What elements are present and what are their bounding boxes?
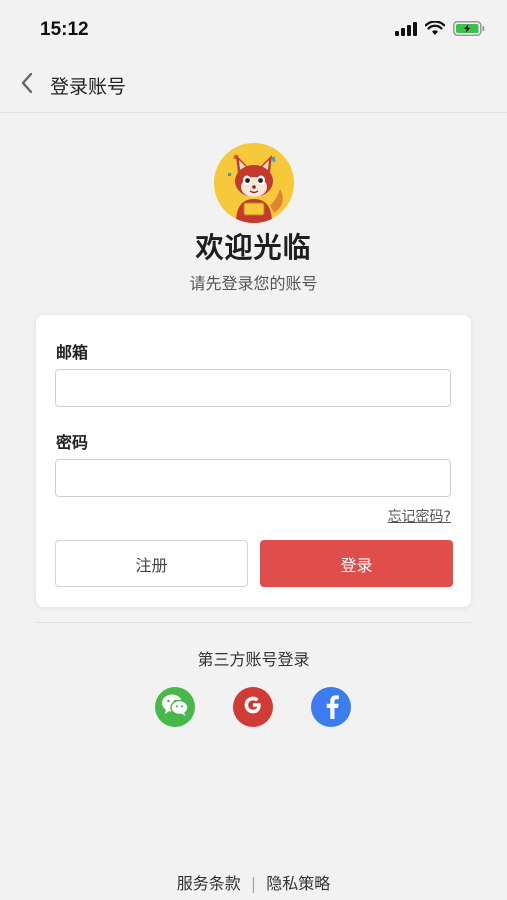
welcome-subtitle: 请先登录您的账号	[189, 274, 318, 293]
wechat-login-button[interactable]	[155, 687, 195, 727]
status-bar: 15:12	[0, 0, 507, 60]
wechat-icon	[161, 693, 189, 721]
squirrel-mascot-icon	[214, 143, 294, 223]
welcome-heading: 欢迎光临	[195, 231, 312, 264]
avatar	[214, 143, 294, 223]
google-icon	[242, 694, 264, 720]
status-time: 15:12	[40, 19, 89, 40]
signal-icon	[395, 21, 417, 40]
footer-separator: |	[250, 874, 257, 893]
privacy-policy-link[interactable]: 隐私策略	[266, 874, 330, 893]
terms-of-service-link[interactable]: 服务条款	[177, 874, 241, 893]
facebook-icon	[320, 691, 342, 723]
email-label: 邮箱	[56, 343, 89, 362]
email-field[interactable]	[55, 369, 451, 407]
nav-bar: 登录账号	[0, 60, 507, 113]
password-label: 密码	[56, 433, 89, 452]
login-button-label: 登录	[340, 555, 373, 575]
password-field[interactable]	[55, 459, 451, 497]
divider	[36, 622, 471, 623]
chevron-left-icon	[20, 72, 34, 98]
google-login-button[interactable]	[233, 687, 273, 727]
forgot-password-link[interactable]: 忘记密码?	[388, 506, 451, 526]
status-icons	[395, 20, 485, 40]
back-button[interactable]	[12, 70, 42, 100]
register-button[interactable]: 注册	[55, 540, 248, 587]
login-card: 邮箱 密码 忘记密码? 注册 登录	[36, 315, 471, 607]
footer: 服务条款 | 隐私策略	[0, 870, 507, 894]
battery-charging-icon	[453, 21, 485, 40]
page-title: 登录账号	[50, 76, 127, 98]
register-button-label: 注册	[135, 555, 168, 575]
third-party-login-title: 第三方账号登录	[197, 650, 310, 669]
facebook-login-button[interactable]	[311, 687, 351, 727]
wifi-icon	[424, 20, 446, 40]
login-button[interactable]: 登录	[260, 540, 453, 587]
